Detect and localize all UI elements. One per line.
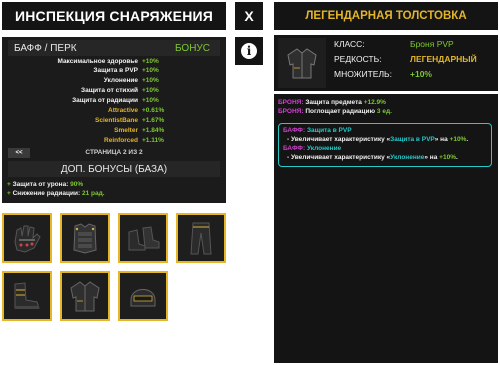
- page-indicator: СТРАНИЦА 2 ИЗ 2: [85, 149, 143, 156]
- perk-row: Reinforced +1.11%: [2, 137, 226, 147]
- extra-bonus-line: + Защита от урона: 90%: [7, 181, 84, 188]
- extra-bonus-line: + Снижение радиации: 21 рад.: [7, 190, 105, 197]
- perk-value: +1.67%: [142, 117, 165, 124]
- stats-header: БАФФ / ПЕРК БОНУС: [8, 40, 220, 56]
- perk-value: +1.11%: [142, 137, 164, 144]
- stat-name: Защита в PVP: [93, 67, 138, 74]
- stat-row: Защита от радиации +10%: [2, 97, 226, 107]
- stat-value: +10%: [142, 77, 159, 84]
- hoodie-icon: [70, 281, 100, 312]
- stat-name: Максимальное здоровье: [57, 58, 138, 65]
- class-value: Броня PVP: [410, 39, 454, 49]
- stat-value: +10%: [142, 97, 159, 104]
- perk-value: +1.84%: [142, 127, 165, 134]
- buff-title: БАФФ: Защита в PVP: [283, 127, 352, 134]
- stats-panel: БАФФ / ПЕРК БОНУС Максимальное здоровье …: [2, 37, 226, 203]
- armor-line: БРОНЯ: Поглощает радиацию 3 ед.: [278, 108, 392, 115]
- gear-slot-hoodie[interactable]: [60, 271, 110, 321]
- class-row: КЛАСС: Броня PVP: [334, 39, 494, 51]
- inspection-title: ИНСПЕКЦИЯ СНАРЯЖЕНИЯ: [2, 2, 226, 30]
- item-title: ЛЕГЕНДАРНАЯ ТОЛСТОВКА: [274, 2, 498, 30]
- hoodie-icon: [287, 48, 317, 79]
- item-details-panel: БРОНЯ: Защита предмета +12.9% БРОНЯ: Пог…: [274, 94, 498, 363]
- gear-slot-boots[interactable]: [2, 271, 52, 321]
- bonus-label: БОНУС: [174, 42, 210, 54]
- pants-icon: [190, 222, 212, 255]
- buff-title: БАФФ: Уклонение: [283, 145, 342, 152]
- stat-value: +10%: [142, 87, 159, 94]
- multiplier-row: МНОЖИТЕЛЬ: +10%: [334, 69, 494, 81]
- gear-slot-pants[interactable]: [176, 213, 226, 263]
- perk-name: Smelter: [114, 127, 138, 134]
- stat-value: +10%: [142, 58, 159, 65]
- helmet-icon: [130, 289, 156, 307]
- boots-pair-icon: [128, 226, 160, 251]
- stat-row: Защита в PVP +10%: [2, 67, 226, 77]
- stat-row: Защита от стихий +10%: [2, 87, 226, 97]
- boots-icon: [14, 282, 40, 309]
- gear-slot-helmet[interactable]: [118, 271, 168, 321]
- buff-description: - Увеличивает характеристику «Защита в P…: [287, 136, 469, 143]
- info-button[interactable]: i: [235, 37, 263, 65]
- buff-box: БАФФ: Защита в PVP - Увеличивает характе…: [278, 123, 492, 167]
- perk-row: ScientistBane +1.67%: [2, 117, 226, 127]
- gloves-icon: [14, 225, 41, 253]
- rarity-row: РЕДКОСТЬ: ЛЕГЕНДАРНЫЙ: [334, 54, 494, 66]
- buff-perk-label: БАФФ / ПЕРК: [14, 42, 77, 54]
- gear-slot-gloves[interactable]: [2, 213, 52, 263]
- multiplier-value: +10%: [410, 69, 432, 79]
- rarity-key: РЕДКОСТЬ:: [334, 54, 382, 64]
- stat-name: Защита от стихий: [81, 87, 138, 94]
- perk-row: Attractive +0.61%: [2, 107, 226, 117]
- perk-name: Reinforced: [104, 137, 138, 144]
- armor-line: БРОНЯ: Защита предмета +12.9%: [278, 99, 386, 106]
- gear-slot-chest[interactable]: [60, 213, 110, 263]
- item-card: КЛАСС: Броня PVP РЕДКОСТЬ: ЛЕГЕНДАРНЫЙ М…: [274, 35, 498, 91]
- stat-row: Уклонение +10%: [2, 77, 226, 87]
- gear-slot-boots-pair[interactable]: [118, 213, 168, 263]
- rarity-value: ЛЕГЕНДАРНЫЙ: [410, 54, 477, 64]
- multiplier-key: МНОЖИТЕЛЬ:: [334, 69, 392, 79]
- chest-armor-icon: [73, 223, 97, 254]
- close-button[interactable]: X: [235, 2, 263, 30]
- perk-name: ScientistBane: [95, 117, 138, 124]
- class-key: КЛАСС:: [334, 39, 365, 49]
- perk-name: Attractive: [108, 107, 138, 114]
- buff-description: - Увеличивает характеристику «Уклонение»…: [287, 154, 458, 161]
- item-thumbnail: [278, 38, 326, 88]
- stat-name: Уклонение: [103, 77, 138, 84]
- extra-bonuses-header: ДОП. БОНУСЫ (БАЗА): [8, 161, 220, 177]
- info-icon: i: [241, 43, 257, 59]
- perk-row: Smelter +1.84%: [2, 127, 226, 137]
- stat-value: +10%: [142, 67, 159, 74]
- stat-name: Защита от радиации: [72, 97, 138, 104]
- perk-value: +0.61%: [142, 107, 165, 114]
